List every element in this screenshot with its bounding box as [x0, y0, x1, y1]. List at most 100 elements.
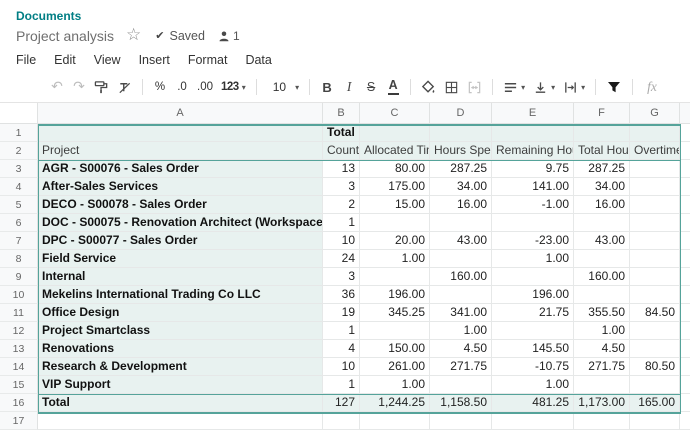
row-header-15[interactable]: 15 [0, 376, 38, 394]
cell-B13[interactable]: 4 [323, 340, 360, 358]
cell-D13[interactable]: 4.50 [430, 340, 492, 358]
menu-edit[interactable]: Edit [45, 50, 85, 70]
cell-C10[interactable]: 196.00 [360, 286, 430, 304]
decrease-decimal-button[interactable]: .0 [172, 76, 192, 98]
cell-G8[interactable] [630, 250, 680, 268]
cell-G15[interactable] [630, 376, 680, 394]
column-header-A[interactable]: A [38, 103, 323, 124]
cell-B10[interactable]: 36 [323, 286, 360, 304]
cell-B8[interactable]: 24 [323, 250, 360, 268]
cell-G10[interactable] [630, 286, 680, 304]
cell-G5[interactable] [630, 196, 680, 214]
cell-E10[interactable]: 196.00 [492, 286, 574, 304]
redo-button[interactable]: ↷ [69, 76, 89, 98]
row-header-8[interactable]: 8 [0, 250, 38, 268]
cell-C16[interactable]: 1,244.25 [360, 394, 430, 412]
row-header-10[interactable]: 10 [0, 286, 38, 304]
cell-E6[interactable] [492, 214, 574, 232]
cell-C14[interactable]: 261.00 [360, 358, 430, 376]
cell-G1[interactable] [630, 124, 680, 142]
cell-A9[interactable]: Internal [38, 268, 323, 286]
cell-E3[interactable]: 9.75 [492, 160, 574, 178]
row-header-4[interactable]: 4 [0, 178, 38, 196]
cell-E13[interactable]: 145.50 [492, 340, 574, 358]
cell-G2[interactable]: Overtime [630, 142, 680, 160]
cell-E7[interactable]: -23.00 [492, 232, 574, 250]
column-header-B[interactable]: B [323, 103, 360, 124]
undo-button[interactable]: ↶ [47, 76, 67, 98]
cell-F8[interactable] [574, 250, 630, 268]
cell-A4[interactable]: After-Sales Services [38, 178, 323, 196]
cell-F5[interactable]: 16.00 [574, 196, 630, 214]
cell-B3[interactable]: 13 [323, 160, 360, 178]
cell-D7[interactable]: 43.00 [430, 232, 492, 250]
font-size-selector[interactable]: 10 ▾ [264, 76, 302, 98]
cell-A11[interactable]: Office Design [38, 304, 323, 322]
cell-filler[interactable] [680, 376, 690, 394]
row-header-13[interactable]: 13 [0, 340, 38, 358]
fill-color-button[interactable] [418, 76, 439, 98]
text-color-button[interactable]: A [383, 76, 403, 98]
vertical-align-button[interactable]: ▾ [530, 76, 558, 98]
cell-A12[interactable]: Project Smartclass [38, 322, 323, 340]
cell-F1[interactable] [574, 124, 630, 142]
number-format-button[interactable]: 123 ▾ [218, 76, 249, 98]
cell-A16[interactable]: Total [38, 394, 323, 412]
favorite-star-icon[interactable]: ☆ [126, 27, 141, 44]
cell-A15[interactable]: VIP Support [38, 376, 323, 394]
cell-G4[interactable] [630, 178, 680, 196]
cell-F3[interactable]: 287.25 [574, 160, 630, 178]
cell-E4[interactable]: 141.00 [492, 178, 574, 196]
cell-B1[interactable]: Total [323, 124, 360, 142]
cell-A7[interactable]: DPC - S00077 - Sales Order [38, 232, 323, 250]
cell-filler[interactable] [680, 412, 690, 430]
cell-B5[interactable]: 2 [323, 196, 360, 214]
cell-E15[interactable]: 1.00 [492, 376, 574, 394]
cell-F14[interactable]: 271.75 [574, 358, 630, 376]
row-header-2[interactable]: 2 [0, 142, 38, 160]
cell-D12[interactable]: 1.00 [430, 322, 492, 340]
cell-filler[interactable] [680, 196, 690, 214]
filter-button[interactable] [603, 76, 625, 98]
column-header-G[interactable]: G [630, 103, 680, 124]
cell-C11[interactable]: 345.25 [360, 304, 430, 322]
cell-E9[interactable] [492, 268, 574, 286]
cell-C3[interactable]: 80.00 [360, 160, 430, 178]
paint-format-button[interactable] [91, 76, 112, 98]
cell-filler[interactable] [680, 304, 690, 322]
document-title[interactable]: Project analysis [16, 28, 114, 44]
cell-C1[interactable] [360, 124, 430, 142]
cell-filler[interactable] [680, 358, 690, 376]
strikethrough-button[interactable]: S [361, 76, 381, 98]
cell-filler[interactable] [680, 394, 690, 412]
menu-view[interactable]: View [85, 50, 130, 70]
cell-B7[interactable]: 10 [323, 232, 360, 250]
cell-F9[interactable]: 160.00 [574, 268, 630, 286]
bold-button[interactable]: B [317, 76, 337, 98]
cell-B14[interactable]: 10 [323, 358, 360, 376]
row-header-3[interactable]: 3 [0, 160, 38, 178]
cell-E17[interactable] [492, 412, 574, 430]
cell-E2[interactable]: Remaining Hours [492, 142, 574, 160]
formula-bar[interactable]: fx [647, 79, 657, 95]
row-header-17[interactable]: 17 [0, 412, 38, 430]
cell-G14[interactable]: 80.50 [630, 358, 680, 376]
cell-filler[interactable] [680, 268, 690, 286]
increase-decimal-button[interactable]: .00 [194, 76, 216, 98]
column-header-E[interactable]: E [492, 103, 574, 124]
row-header-1[interactable]: 1 [0, 124, 38, 142]
cell-D16[interactable]: 1,158.50 [430, 394, 492, 412]
cell-C17[interactable] [360, 412, 430, 430]
cell-G3[interactable] [630, 160, 680, 178]
cell-B11[interactable]: 19 [323, 304, 360, 322]
cell-F11[interactable]: 355.50 [574, 304, 630, 322]
cell-E14[interactable]: -10.75 [492, 358, 574, 376]
cell-A13[interactable]: Renovations [38, 340, 323, 358]
cell-G13[interactable] [630, 340, 680, 358]
cell-D4[interactable]: 34.00 [430, 178, 492, 196]
cell-filler[interactable] [680, 286, 690, 304]
format-percent-button[interactable]: % [150, 76, 170, 98]
cell-E12[interactable] [492, 322, 574, 340]
cell-D5[interactable]: 16.00 [430, 196, 492, 214]
row-header-7[interactable]: 7 [0, 232, 38, 250]
